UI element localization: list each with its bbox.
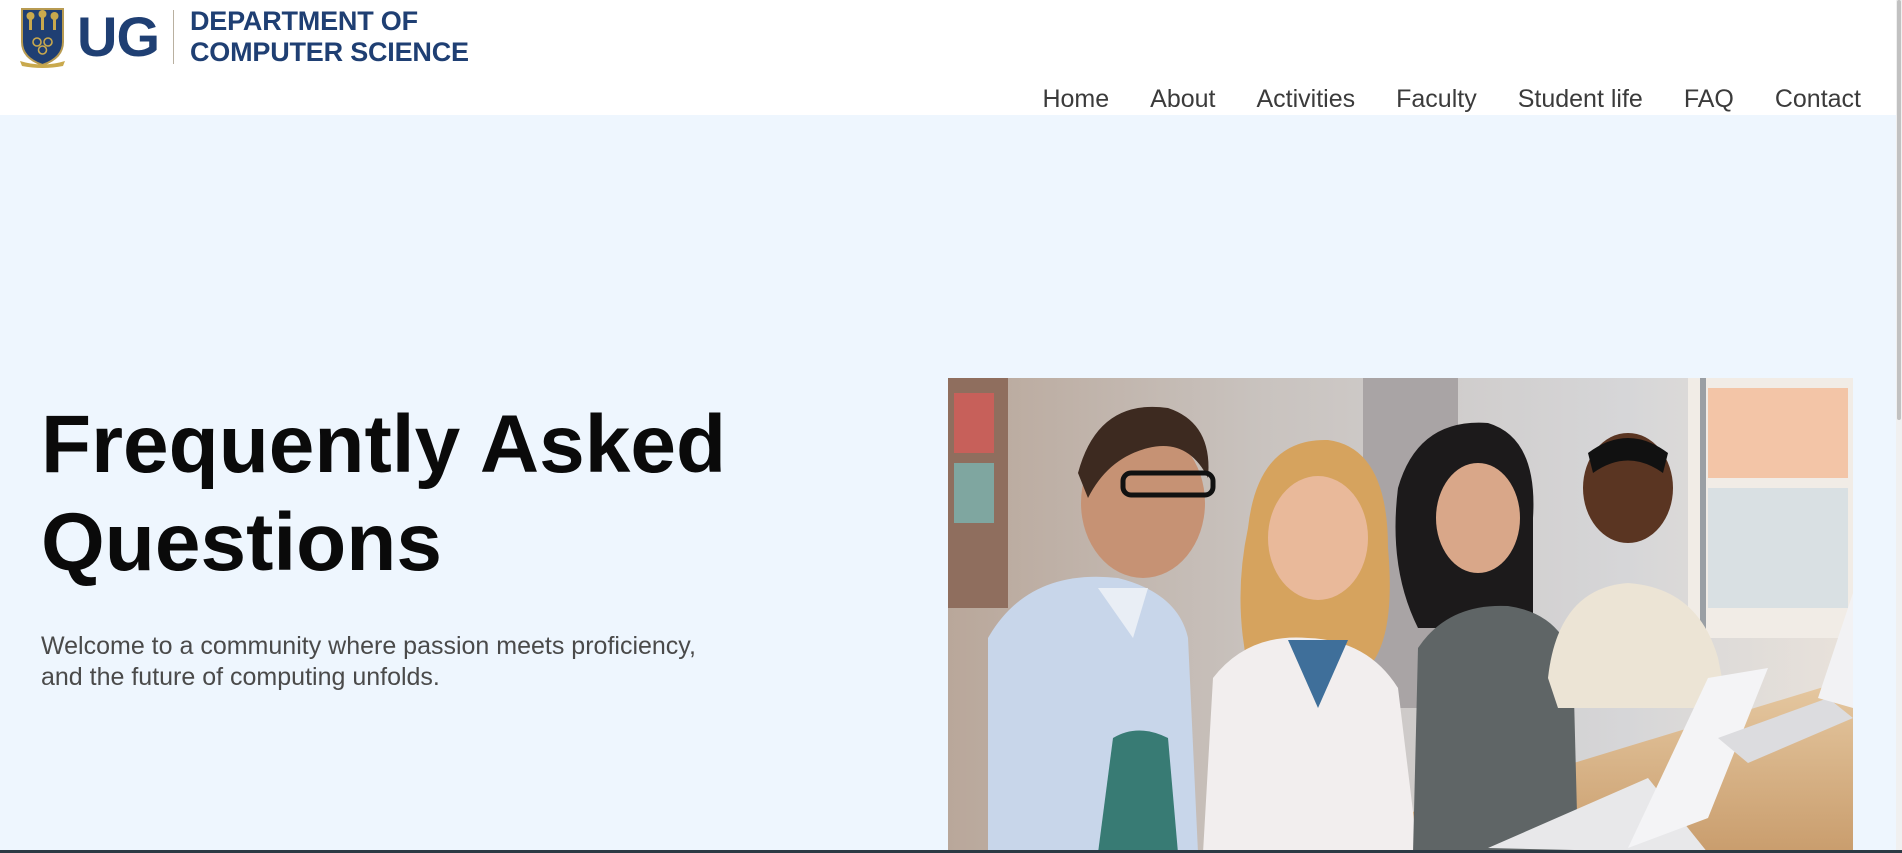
hero-subtitle: Welcome to a community where passion mee… bbox=[41, 631, 801, 693]
site-logo-link[interactable]: UG DEPARTMENT OF COMPUTER SCIENCE bbox=[18, 6, 469, 68]
scrollbar-thumb[interactable] bbox=[1897, 0, 1901, 420]
nav-item-home[interactable]: Home bbox=[1042, 84, 1109, 114]
logo-ug-text: UG bbox=[77, 5, 160, 68]
main-nav: Home About Activities Faculty Student li… bbox=[1001, 84, 1861, 114]
page-scrollbar[interactable] bbox=[1896, 0, 1902, 853]
hero-subtitle-line2: and the future of computing unfolds. bbox=[41, 663, 440, 691]
site-header: UG DEPARTMENT OF COMPUTER SCIENCE Home A… bbox=[0, 0, 1896, 115]
hero-subtitle-line1: Welcome to a community where passion mee… bbox=[41, 632, 696, 660]
department-name-line1: DEPARTMENT OF bbox=[190, 6, 418, 36]
nav-item-about[interactable]: About bbox=[1150, 84, 1215, 114]
page-title: Frequently Asked Questions bbox=[41, 396, 841, 592]
nav-item-faculty[interactable]: Faculty bbox=[1396, 84, 1477, 114]
department-name: DEPARTMENT OF COMPUTER SCIENCE bbox=[190, 6, 469, 68]
department-name-line2: COMPUTER SCIENCE bbox=[190, 37, 469, 67]
logo-divider bbox=[173, 10, 174, 64]
students-photo-illustration bbox=[948, 378, 1853, 853]
hero-photo bbox=[948, 378, 1853, 853]
nav-item-activities[interactable]: Activities bbox=[1256, 84, 1355, 114]
nav-item-faq[interactable]: FAQ bbox=[1684, 84, 1734, 114]
page-title-line1: Frequently Asked bbox=[41, 399, 727, 490]
university-crest-icon bbox=[20, 8, 65, 68]
nav-item-student-life[interactable]: Student life bbox=[1518, 84, 1643, 114]
page: UG DEPARTMENT OF COMPUTER SCIENCE Home A… bbox=[0, 0, 1902, 853]
nav-item-contact[interactable]: Contact bbox=[1775, 84, 1861, 114]
page-title-line2: Questions bbox=[41, 497, 442, 588]
